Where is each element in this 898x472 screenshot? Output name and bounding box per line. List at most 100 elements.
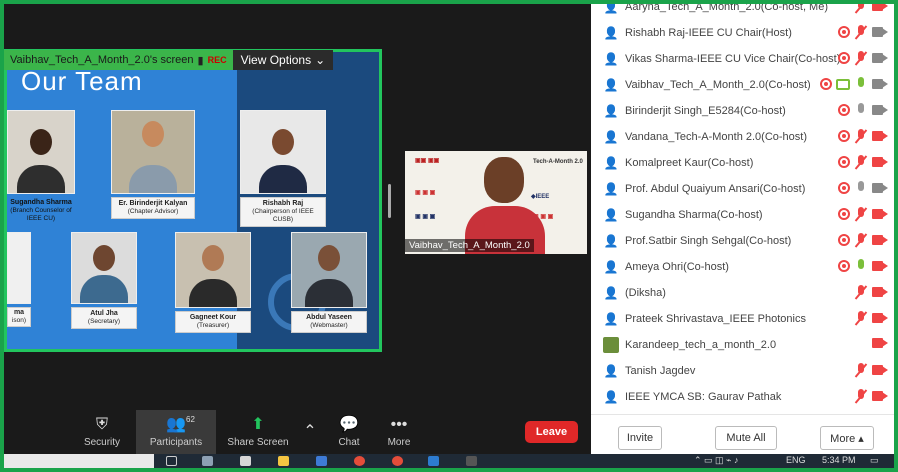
chat-label: Chat [338,436,360,448]
mic-icon[interactable] [854,259,868,273]
mic-muted-icon[interactable] [854,51,868,65]
shared-screen[interactable]: Our Team Sugandha Sharma (Branch Counselo… [4,49,382,352]
participant-row[interactable]: 👤 Vikas Sharma-IEEE CU Vice Chair(Co-host… [591,46,894,72]
video-off-icon[interactable] [872,364,888,376]
chrome-icon[interactable] [392,456,403,466]
more-label: More [387,436,411,448]
mic-icon[interactable] [854,181,868,195]
screen-share-icon [836,78,850,90]
video-icon[interactable] [872,182,888,194]
mute-all-button[interactable]: Mute All [715,426,777,450]
team-member-card: Er. Birinderjit Kalyan (Chapter Advisor) [111,110,195,219]
user-icon: 👤 [603,208,619,222]
language-indicator[interactable]: ENG [786,455,806,465]
member-caption: ma ison) [7,307,31,327]
mic-muted-icon[interactable] [854,207,868,221]
video-icon[interactable] [872,26,888,38]
leave-button[interactable]: Leave [525,421,578,443]
participant-row[interactable]: 👤 Prateek Shrivastava_IEEE Photonics [591,306,894,332]
video-off-icon[interactable] [872,312,888,324]
participant-name: Vikas Sharma-IEEE CU Vice Chair(Co-host) [625,53,841,65]
split-view-handle[interactable] [388,184,391,218]
team-member-card: ma ison) [7,232,31,327]
participant-name: Ameya Ohri(Co-host) [625,261,729,273]
search-icon[interactable] [166,456,177,466]
participants-button[interactable]: 👥 62 Participants [136,410,216,454]
participant-row[interactable]: Karandeep_tech_a_month_2.0 [591,332,894,358]
recording-icon [838,104,850,116]
participants-list[interactable]: 👤 Aaryna_Tech_A_Month_2.0(Co-host, Me) 👤 Ri… [591,4,894,414]
task-view-icon[interactable] [202,456,213,466]
participants-panel: 👤 Aaryna_Tech_A_Month_2.0(Co-host, Me) 👤 Ri… [591,4,894,468]
university-logo-icon: ▣▣ ▣▣ [415,158,440,164]
mic-muted-icon[interactable] [854,285,868,299]
participant-row[interactable]: 👤 Prof. Abdul Quaiyum Ansari(Co-host) [591,176,894,202]
participant-row[interactable]: 👤 Birinderjit Singh_E5284(Co-host) [591,98,894,124]
folder-icon[interactable] [278,456,289,466]
user-icon: 👤 [603,234,619,248]
chat-button[interactable]: 💬 Chat [330,410,368,454]
participant-row[interactable]: 👤 Prof.Satbir Singh Sehgal(Co-host) [591,228,894,254]
zoom-window: Our Team Sugandha Sharma (Branch Counselo… [4,4,894,468]
mic-muted-icon[interactable] [854,389,868,403]
participant-row[interactable]: 👤 Vaibhav_Tech_A_Month_2.0(Co-host) [591,72,894,98]
video-icon[interactable] [872,52,888,64]
video-off-icon[interactable] [872,208,888,220]
more-button[interactable]: More ▴ [820,426,874,450]
more-toolbar-button[interactable]: ••• More [380,410,418,454]
terminal-icon[interactable] [466,456,477,466]
mic-muted-icon[interactable] [854,129,868,143]
mail-icon[interactable] [316,456,327,466]
participant-row[interactable]: 👤 Vandana_Tech-A-Month 2.0(Co-host) [591,124,894,150]
notification-icon[interactable]: ▭ [870,455,879,466]
recording-icon [820,78,832,90]
participant-row[interactable]: 👤 Rishabh Raj-IEEE CU Chair(Host) [591,20,894,46]
mic-muted-icon[interactable] [854,233,868,247]
participant-row[interactable]: 👤 Komalpreet Kaur(Co-host) [591,150,894,176]
video-off-icon[interactable] [872,4,888,12]
user-icon: 👤 [603,364,619,378]
user-icon: 👤 [603,286,619,300]
participant-row[interactable]: 👤 Tanish Jagdev [591,358,894,384]
mic-muted-icon[interactable] [854,155,868,169]
webcam-tile[interactable]: ▣▣ ▣▣ Tech-A-Month 2.0 ▣ ▣ ▣ ◆IEEE ▣ ▣ ▣… [405,151,587,254]
video-off-icon[interactable] [872,234,888,246]
store-icon[interactable] [240,456,251,466]
tray-icons[interactable]: ⌃ ▭ ◫ ⌁ ♪ [694,455,738,466]
participant-name: IEEE YMCA SB: Gaurav Pathak [625,391,782,403]
share-screen-button[interactable]: ⬆ Share Screen [226,410,290,454]
vscode-icon[interactable] [428,456,439,466]
mic-icon[interactable] [854,77,868,91]
taskbar-search[interactable] [4,454,154,468]
member-photo [291,232,367,308]
share-options-caret[interactable]: ⌃ [302,410,318,454]
video-icon[interactable] [872,78,888,90]
chrome-icon[interactable] [354,456,365,466]
clock[interactable]: 5:34 PM [822,455,856,465]
video-off-icon[interactable] [872,260,888,272]
recording-icon [838,260,850,272]
video-off-icon[interactable] [872,156,888,168]
participant-status-icons [838,25,888,39]
mic-muted-icon[interactable] [854,4,868,13]
security-button[interactable]: ⛨ Security [78,410,126,454]
ieee-logo-icon: ◆IEEE [531,194,550,200]
video-icon[interactable] [872,104,888,116]
mic-muted-icon[interactable] [854,363,868,377]
video-off-icon[interactable] [872,286,888,298]
security-label: Security [83,436,121,448]
video-off-icon[interactable] [872,337,888,349]
view-options-button[interactable]: View Options ⌄ [232,50,334,70]
participant-row[interactable]: 👤 (Diksha) [591,280,894,306]
video-off-icon[interactable] [872,390,888,402]
participant-row[interactable]: 👤 Ameya Ohri(Co-host) [591,254,894,280]
invite-button[interactable]: Invite [618,426,662,450]
screen-share-tag: Vaibhav_Tech_A_Month_2.0's screen ▮ REC [4,50,233,70]
mic-icon[interactable] [854,103,868,117]
participant-row[interactable]: 👤 IEEE YMCA SB: Gaurav Pathak [591,384,894,410]
video-off-icon[interactable] [872,130,888,142]
mic-muted-icon[interactable] [854,25,868,39]
mic-muted-icon[interactable] [854,311,868,325]
participant-row[interactable]: 👤 Sugandha Sharma(Co-host) [591,202,894,228]
participant-row[interactable]: 👤 Aaryna_Tech_A_Month_2.0(Co-host, Me) [591,4,894,20]
